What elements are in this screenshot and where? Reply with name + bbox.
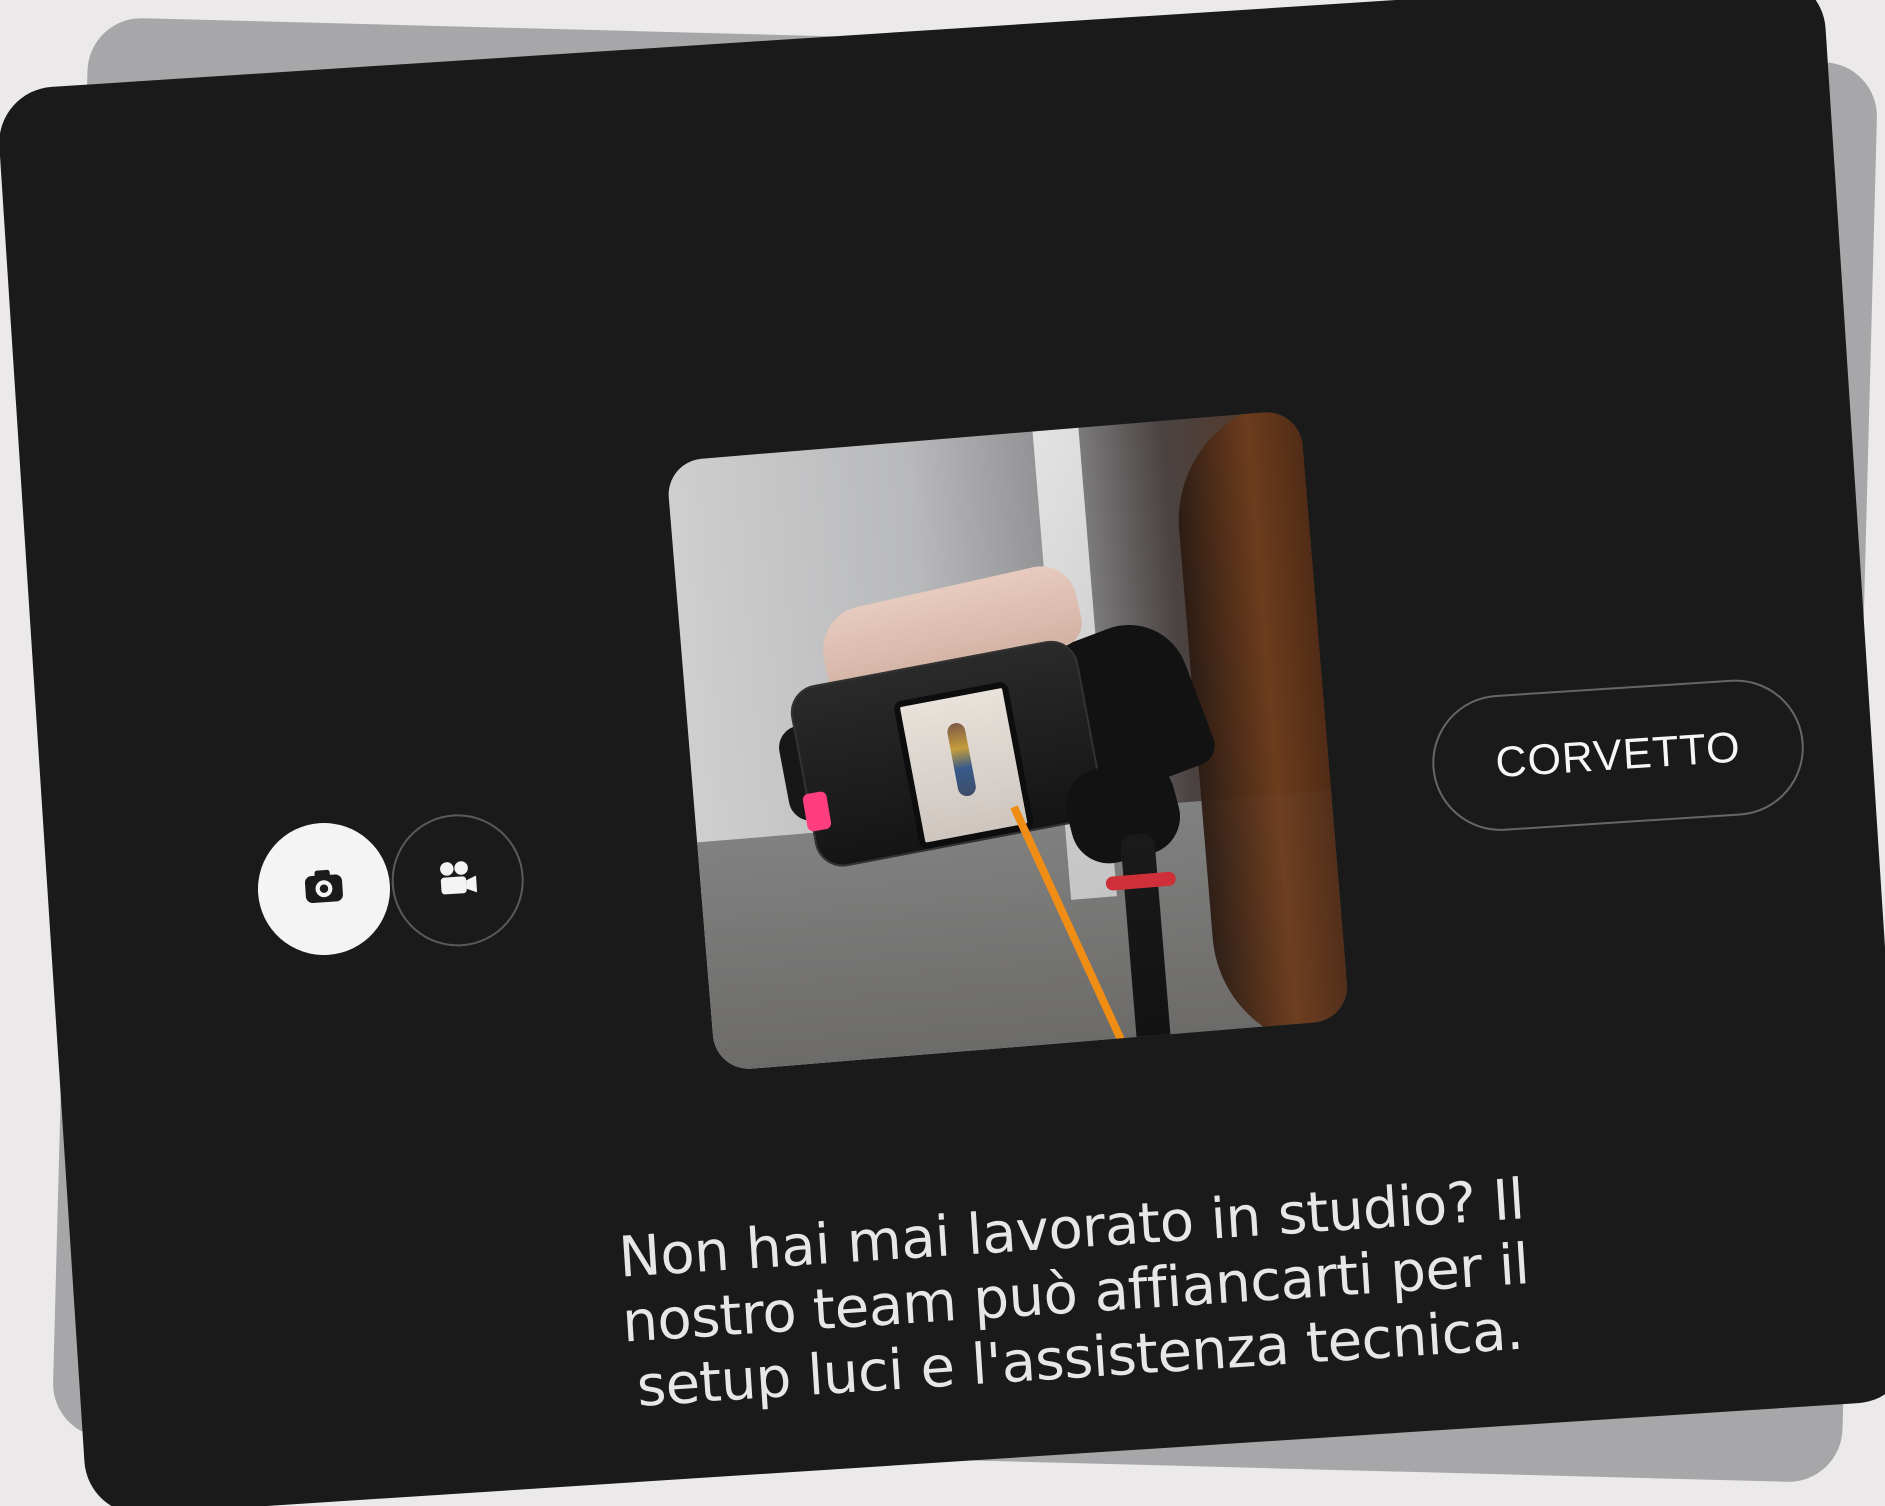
description-text: Non hai mai lavorato in studio? Il nostr… [616, 1167, 1532, 1420]
page-stage: CORVETTO Non hai mai lavorato in studio?… [0, 0, 1885, 1506]
media-toggle [253, 810, 538, 964]
camera-photo [665, 409, 1350, 1072]
camera-toggle-button[interactable] [253, 818, 395, 960]
video-toggle-button[interactable] [387, 810, 528, 951]
camera-icon [295, 858, 353, 920]
video-team-icon [429, 849, 487, 911]
screen-person [945, 721, 978, 798]
service-card: CORVETTO Non hai mai lavorato in studio?… [0, 0, 1885, 1506]
brand-pill-button[interactable]: CORVETTO [1428, 675, 1809, 836]
